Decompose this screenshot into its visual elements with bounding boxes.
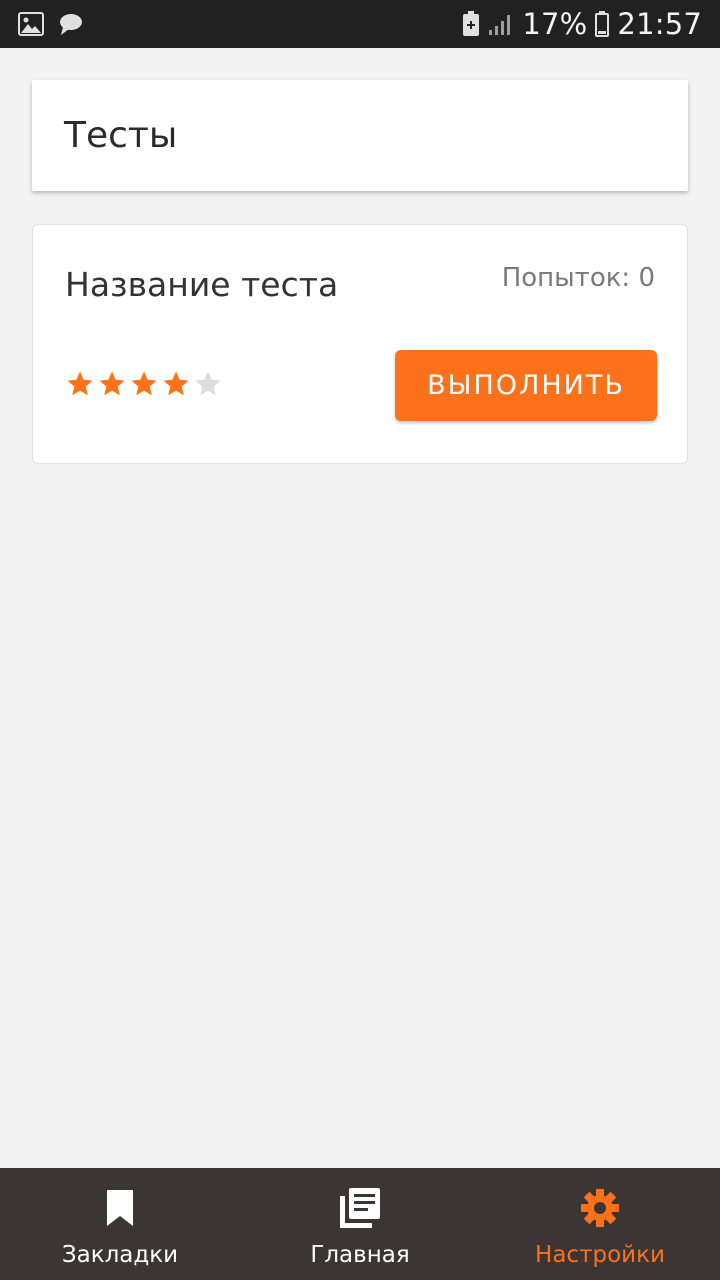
battery-icon: [595, 11, 610, 37]
bottom-nav: Закладки Главная Настройки: [0, 1168, 720, 1280]
news-icon: [339, 1186, 381, 1230]
star-icon: [97, 369, 127, 399]
header-card: Тесты: [32, 80, 688, 191]
bookmark-icon: [105, 1186, 135, 1230]
attempts-count: Попыток: 0: [501, 263, 655, 293]
page-title: Тесты: [64, 115, 178, 156]
nav-label-home: Главная: [310, 1242, 410, 1268]
nav-item-home[interactable]: Главная: [240, 1168, 480, 1280]
star-icon: [65, 369, 95, 399]
image-icon: [18, 12, 44, 36]
clock: 21:57: [617, 7, 702, 41]
nav-label-bookmarks: Закладки: [61, 1242, 179, 1268]
signal-icon: [488, 12, 514, 36]
star-icon: [193, 369, 223, 399]
nav-item-settings[interactable]: Настройки: [480, 1168, 720, 1280]
chat-icon: [58, 12, 84, 36]
run-test-button[interactable]: ВЫПОЛНИТЬ: [395, 350, 657, 421]
status-left: [18, 12, 84, 36]
status-bar: 17% 21:57: [0, 0, 720, 48]
nav-item-bookmarks[interactable]: Закладки: [0, 1168, 240, 1280]
star-icon: [161, 369, 191, 399]
star-icon: [129, 369, 159, 399]
battery-saver-icon: [462, 11, 480, 37]
status-right: 17% 21:57: [462, 7, 702, 41]
rating-stars: [65, 369, 223, 399]
test-name: Название теста: [65, 265, 339, 304]
test-card[interactable]: Название теста Попыток: 0 ВЫПОЛНИТЬ: [32, 224, 688, 464]
gear-icon: [580, 1186, 620, 1230]
nav-label-settings: Настройки: [535, 1242, 665, 1268]
battery-percent: 17%: [522, 7, 588, 41]
